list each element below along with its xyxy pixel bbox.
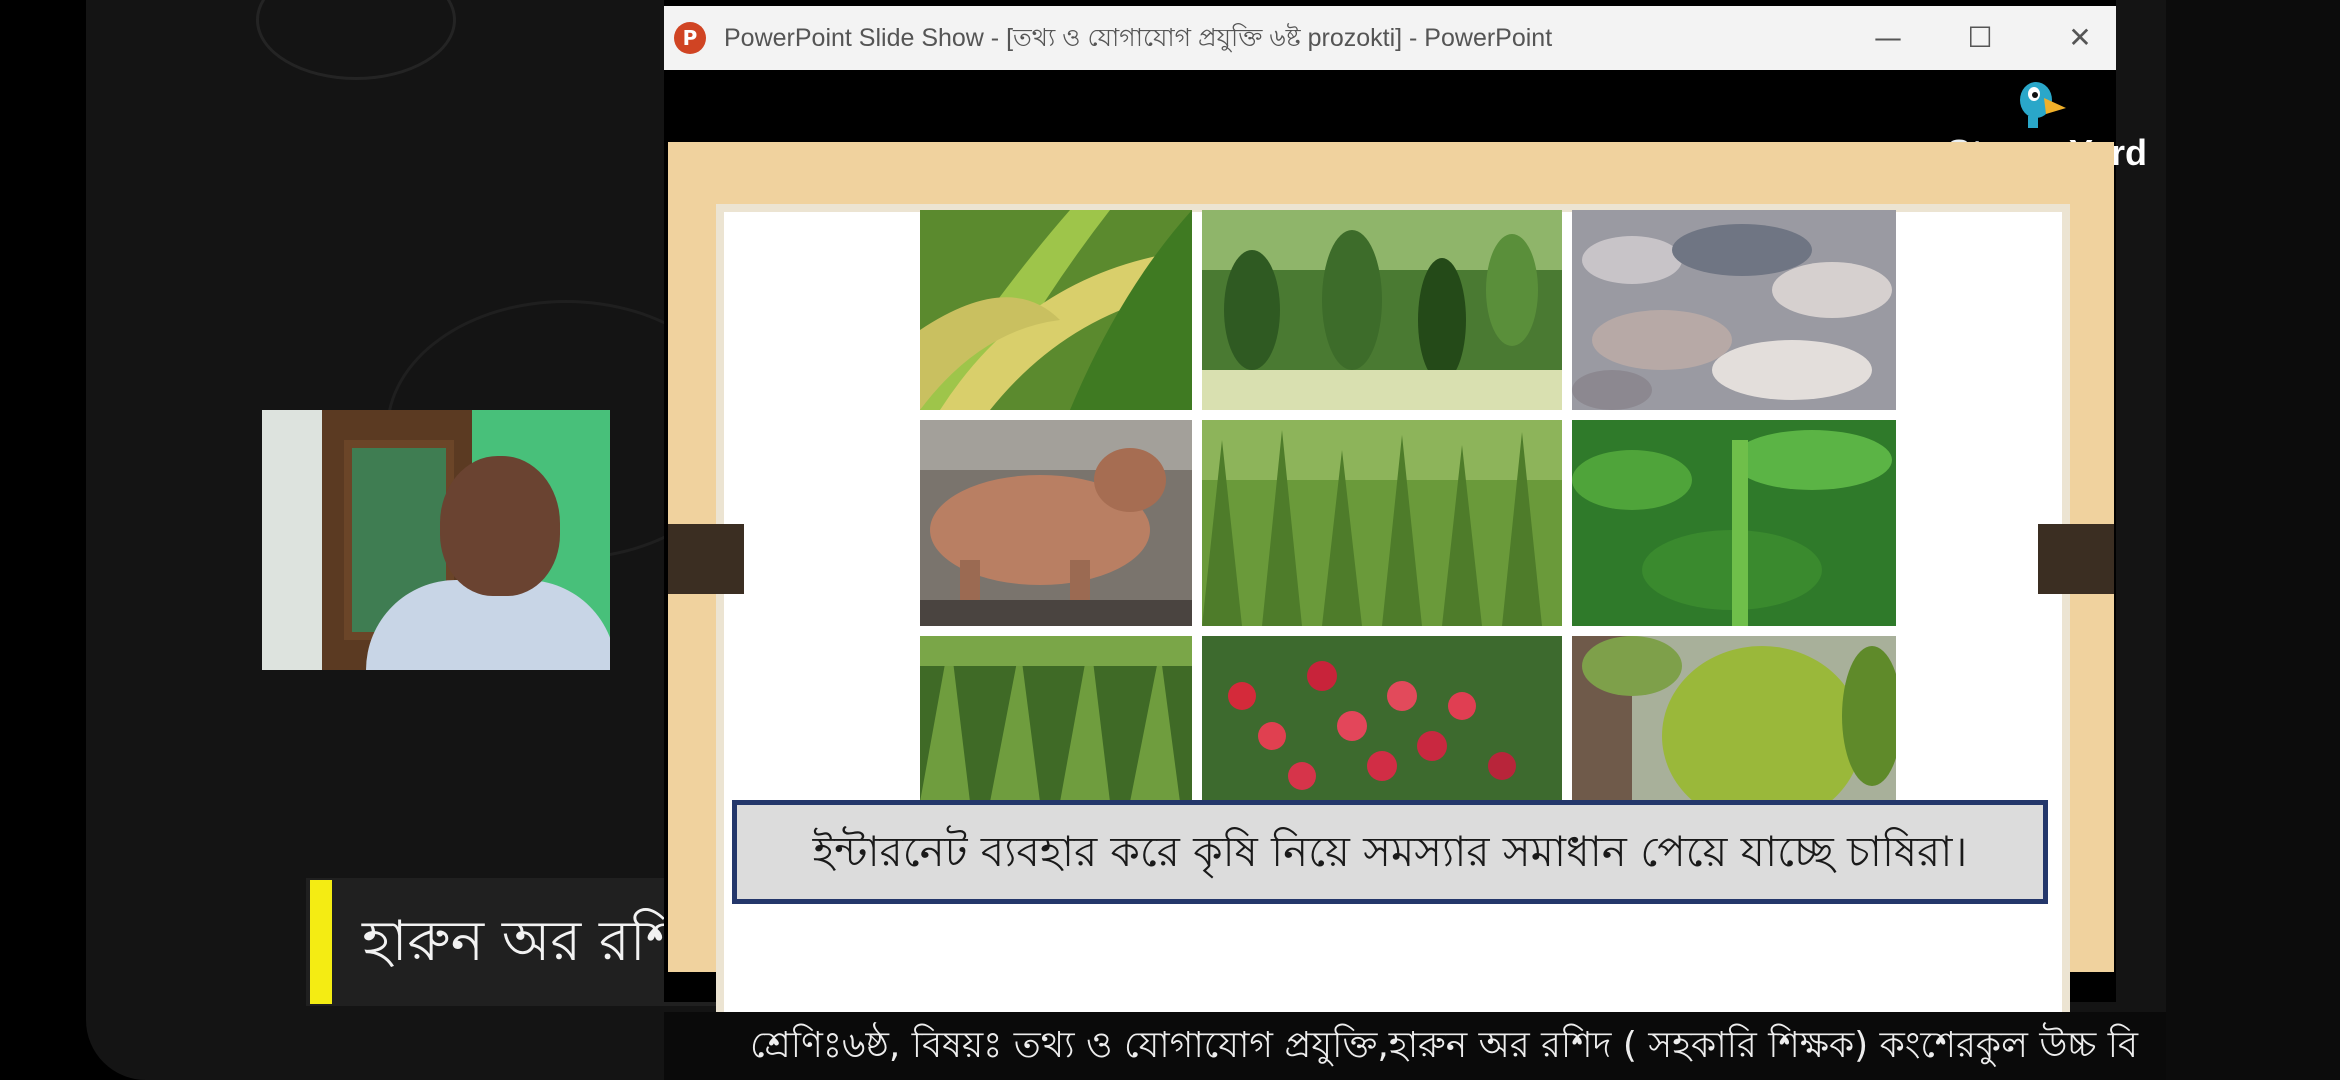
slide-left-tab (668, 524, 744, 594)
cattle-photo (920, 420, 1192, 626)
jackfruit-photo (1572, 636, 1896, 802)
window-titlebar: P PowerPoint Slide Show - [তথ্য ও যোগাযো… (664, 6, 2116, 70)
powerpoint-icon: P (674, 22, 706, 54)
okra-photo (1202, 210, 1562, 410)
name-tag-accent-bar (310, 880, 332, 1004)
stream-stage: হারুন অর রশিদ P PowerPoint Slide Show - … (0, 0, 2340, 1080)
presenter-webcam (262, 410, 610, 670)
plant-photo (1572, 420, 1896, 626)
slide-right-tab (2038, 524, 2114, 594)
minimize-button[interactable]: — (1868, 18, 1908, 58)
fish-photo (1572, 210, 1896, 410)
background-decoration (256, 0, 456, 80)
maximize-button[interactable]: ☐ (1960, 18, 2000, 58)
window-title: PowerPoint Slide Show - [তথ্য ও যোগাযোগ … (724, 24, 1553, 52)
presenter-face (440, 456, 560, 596)
ticker-text: শ্রেণিঃ৬ষ্ঠ, বিষয়ঃ তথ্য ও যোগাযোগ প্রযু… (750, 1025, 2139, 1066)
lychee-photo (1202, 636, 1562, 802)
streamyard-logo-icon (2020, 82, 2066, 128)
maize-photo (920, 636, 1192, 802)
right-strip (2166, 0, 2340, 1080)
rice-photo (920, 210, 1192, 410)
photo-grid (920, 210, 1896, 802)
close-button[interactable]: ✕ (2060, 18, 2100, 58)
slide-caption-box: ইন্টারনেট ব্যবহার করে কৃষি নিয়ে সমস্যার… (732, 800, 2048, 904)
wheat-photo (1202, 420, 1562, 626)
slide-caption: ইন্টারনেট ব্যবহার করে কৃষি নিয়ে সমস্যার… (812, 827, 1968, 876)
lower-third-ticker: শ্রেণিঃ৬ষ্ঠ, বিষয়ঃ তথ্য ও যোগাযোগ প্রযু… (664, 1012, 2166, 1080)
presenter-name: হারুন অর রশিদ (362, 909, 709, 974)
